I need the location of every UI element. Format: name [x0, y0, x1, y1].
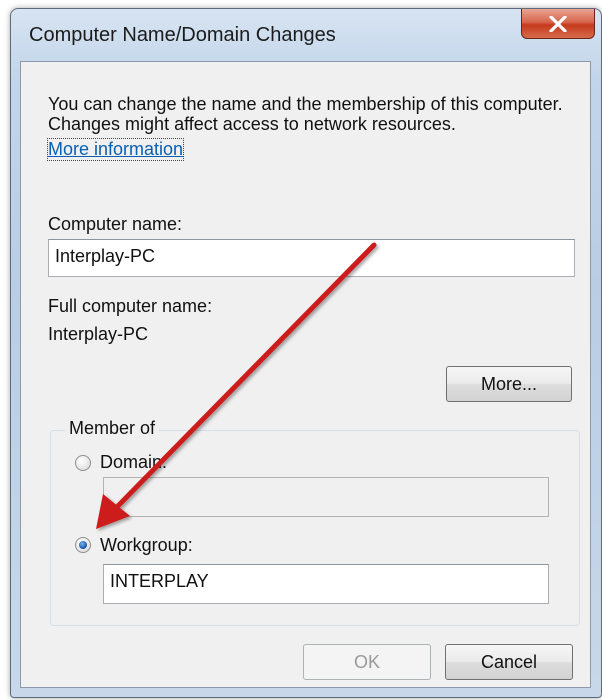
full-computer-name-label: Full computer name: [48, 296, 213, 316]
full-computer-name-value: Interplay-PC [48, 324, 149, 344]
workgroup-label: Workgroup: [100, 535, 193, 555]
domain-label: Domain: [100, 452, 168, 472]
computer-name-input[interactable]: Interplay-PC [48, 239, 575, 277]
domain-radio[interactable] [75, 455, 91, 471]
description-text: You can change the name and the membersh… [48, 94, 563, 134]
workgroup-input[interactable]: INTERPLAY [103, 564, 549, 604]
dialog-window: Computer Name/Domain Changes You can cha… [10, 8, 602, 698]
workgroup-radio[interactable] [75, 537, 91, 553]
more-button[interactable]: More... [446, 366, 572, 402]
more-information-link[interactable]: More information [46, 138, 185, 161]
title-bar[interactable]: Computer Name/Domain Changes [11, 9, 601, 55]
close-icon [549, 16, 567, 32]
ok-button[interactable]: OK [303, 644, 431, 680]
member-of-title: Member of [65, 418, 160, 439]
close-button[interactable] [521, 9, 595, 39]
cancel-button[interactable]: Cancel [445, 644, 573, 680]
dialog-content: You can change the name and the membersh… [20, 61, 591, 688]
domain-input[interactable] [103, 477, 549, 517]
computer-name-label: Computer name: [48, 214, 183, 234]
window-title: Computer Name/Domain Changes [29, 24, 336, 46]
